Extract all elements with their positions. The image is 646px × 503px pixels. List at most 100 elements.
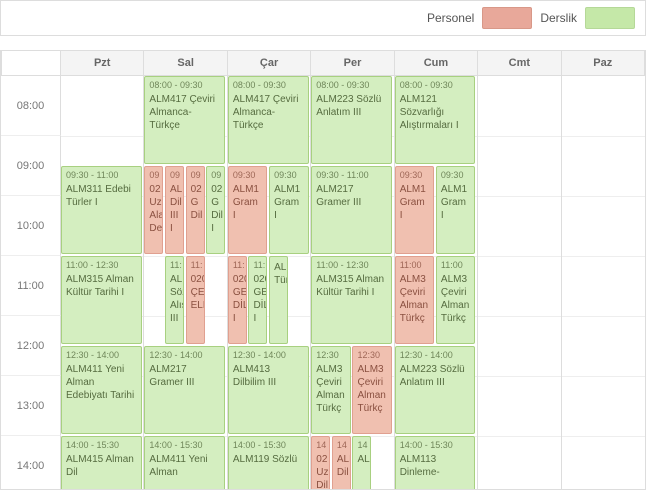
calendar-event[interactable]: 09ALM Dil III I <box>165 166 184 254</box>
event-title: ALM Dil III I <box>170 183 179 235</box>
event-title: ALM217 Gramer III <box>316 183 387 209</box>
event-time: 14 <box>337 440 346 452</box>
event-time: 11:00 <box>441 260 471 272</box>
calendar-event[interactable]: 12:30 - 14:00ALM223 Sözlü Anlatım III <box>395 346 476 434</box>
event-time: 08:00 - 09:30 <box>233 80 304 92</box>
event-time: 12:30 <box>357 350 387 362</box>
calendar-event[interactable]: 14:00 - 15:30ALM113 Dinleme- <box>395 436 476 490</box>
event-time: 12:30 - 14:00 <box>233 350 304 362</box>
event-title: ALM1 Gram I <box>400 183 430 222</box>
calendar-grid: Pzt Sal Çar Per Cum Cmt Paz 08:0009:0010… <box>1 51 645 490</box>
header-day-cmt: Cmt <box>478 51 561 76</box>
event-time: 09 <box>170 170 179 182</box>
event-title: 02 G Dil <box>191 183 200 222</box>
calendar-event[interactable]: 0902 G Dil <box>186 166 205 254</box>
day-col-cum: 08:00 - 09:30ALM121 Sözvarlığı Alıştırma… <box>395 76 478 490</box>
calendar-event[interactable]: 14ALM Dil <box>332 436 351 490</box>
day-col-paz <box>562 76 645 490</box>
event-title: ALM311 Edebi Türler I <box>66 183 137 209</box>
legend-personel-swatch <box>482 7 532 29</box>
event-title: ALM3 Çeviri Alman Türkç <box>316 363 346 415</box>
calendar-event[interactable]: 12:30 - 14:00ALM217 Gramer III <box>144 346 225 434</box>
time-label: 11:00 <box>1 256 61 316</box>
event-time: 08:00 - 09:30 <box>400 80 471 92</box>
calendar-event[interactable]: 11:020 ÇET ELE <box>186 256 205 344</box>
event-title: ALM119 Sözlü <box>233 453 304 466</box>
event-time: 12:30 - 14:00 <box>66 350 137 362</box>
calendar-event[interactable]: 09:30ALM1 Gram I <box>395 166 435 254</box>
event-title: 020 GE DİL I <box>253 273 262 325</box>
event-title: ALM1 Gram I <box>233 183 263 222</box>
calendar-event[interactable]: 11:00 - 12:30ALM315 Alman Kültür Tarihi … <box>61 256 142 344</box>
time-label: 14:00 <box>1 436 61 490</box>
calendar-event[interactable]: 14:00 - 15:30ALM119 Sözlü <box>228 436 309 490</box>
event-time: 09:30 - 11:00 <box>66 170 137 182</box>
event-title: ALM315 Alman Kültür Tarihi I <box>66 273 137 299</box>
calendar-event[interactable]: 14:00 - 15:30ALM411 Yeni Alman <box>144 436 225 490</box>
event-time: 08:00 - 09:30 <box>316 80 387 92</box>
event-title: ALM417 Çeviri Almanca-Türkçe <box>233 93 304 132</box>
event-title: ALM113 Dinleme- <box>400 453 471 479</box>
event-title: ALM413 Dilbilim III <box>233 363 304 389</box>
calendar-event[interactable]: 08:00 - 09:30ALM417 Çeviri Almanca-Türkç… <box>228 76 309 164</box>
calendar-event[interactable]: 08:00 - 09:30ALM121 Sözvarlığı Alıştırma… <box>395 76 476 164</box>
event-time: 11: <box>233 260 242 272</box>
time-label: 12:00 <box>1 316 61 376</box>
calendar-event[interactable]: 09:30ALM1 Gram I <box>436 166 476 254</box>
day-col-cmt <box>478 76 561 490</box>
time-label: 10:00 <box>1 196 61 256</box>
event-title: ALM Dil <box>337 453 346 479</box>
calendar-event[interactable]: 11:020 GE DİL I <box>228 256 247 344</box>
event-time: 14:00 - 15:30 <box>233 440 304 452</box>
legend-bar: Personel Derslik <box>0 0 646 36</box>
calendar-event[interactable]: 14ALM <box>352 436 371 490</box>
header-day-paz: Paz <box>562 51 645 76</box>
event-title: ALM3 Çeviri Alman Türkç <box>441 273 471 325</box>
legend-personel-label: Personel <box>427 11 474 25</box>
calendar-event[interactable]: 0902 G Dil I <box>206 166 225 254</box>
calendar-event[interactable]: 11:020 GE DİL I <box>248 256 267 344</box>
legend-derslik-label: Derslik <box>540 11 577 25</box>
event-time: 14:00 - 15:30 <box>149 440 220 452</box>
calendar-event[interactable]: ALM Tür <box>269 256 288 344</box>
calendar-event[interactable]: 09:30ALM1 Gram I <box>228 166 268 254</box>
time-label: 09:00 <box>1 136 61 196</box>
calendar-event[interactable]: 09:30ALM1 Gram I <box>269 166 309 254</box>
event-title: 02 Uz Ala De <box>149 183 158 235</box>
event-title: ALM121 Sözvarlığı Alıştırmaları I <box>400 93 471 132</box>
calendar-event[interactable]: 09:30 - 11:00ALM311 Edebi Türler I <box>61 166 142 254</box>
calendar-event[interactable]: 14:00 - 15:30ALM415 Alman Dil <box>61 436 142 490</box>
event-time: 14:00 - 15:30 <box>400 440 471 452</box>
header-day-sal: Sal <box>144 51 227 76</box>
event-time: 14 <box>357 440 366 452</box>
header-day-pzt: Pzt <box>61 51 144 76</box>
event-time: 11: <box>253 260 262 272</box>
calendar-event[interactable]: 1402 Uz Dil <box>311 436 330 490</box>
calendar-event[interactable]: 12:30ALM3 Çeviri Alman Türkç <box>352 346 392 434</box>
calendar-event[interactable]: 12:30ALM3 Çeviri Alman Türkç <box>311 346 351 434</box>
calendar-event[interactable]: 0902 Uz Ala De <box>144 166 163 254</box>
calendar-event[interactable]: 11:00 - 12:30ALM315 Alman Kültür Tarihi … <box>311 256 392 344</box>
calendar-event[interactable]: 12:30 - 14:00ALM413 Dilbilim III <box>228 346 309 434</box>
calendar-event[interactable]: 11:ALM Söz Alış III <box>165 256 184 344</box>
calendar-event[interactable]: 12:30 - 14:00ALM411 Yeni Alman Edebiyatı… <box>61 346 142 434</box>
event-title: ALM217 Gramer III <box>149 363 220 389</box>
event-time: 09 <box>149 170 158 182</box>
event-time: 09 <box>211 170 220 182</box>
event-time: 12:30 - 14:00 <box>149 350 220 362</box>
event-title: ALM3 Çeviri Alman Türkç <box>357 363 387 415</box>
day-col-per: 08:00 - 09:30ALM223 Sözlü Anlatım III09:… <box>311 76 394 490</box>
header-day-car: Çar <box>228 51 311 76</box>
event-title: ALM415 Alman Dil <box>66 453 137 479</box>
calendar-event[interactable]: 08:00 - 09:30ALM223 Sözlü Anlatım III <box>311 76 392 164</box>
event-title: ALM223 Sözlü Anlatım III <box>316 93 387 119</box>
calendar-event[interactable]: 11:00ALM3 Çeviri Alman Türkç <box>395 256 435 344</box>
calendar-event[interactable]: 09:30 - 11:00ALM217 Gramer III <box>311 166 392 254</box>
event-title: ALM Söz Alış III <box>170 273 179 325</box>
calendar-event[interactable]: 11:00ALM3 Çeviri Alman Türkç <box>436 256 476 344</box>
header-day-per: Per <box>311 51 394 76</box>
time-label: 08:00 <box>1 76 61 136</box>
calendar-event[interactable]: 08:00 - 09:30ALM417 Çeviri Almanca-Türkç… <box>144 76 225 164</box>
event-time: 09:30 <box>233 170 263 182</box>
calendar-scroll[interactable]: Pzt Sal Çar Per Cum Cmt Paz 08:0009:0010… <box>0 50 646 490</box>
